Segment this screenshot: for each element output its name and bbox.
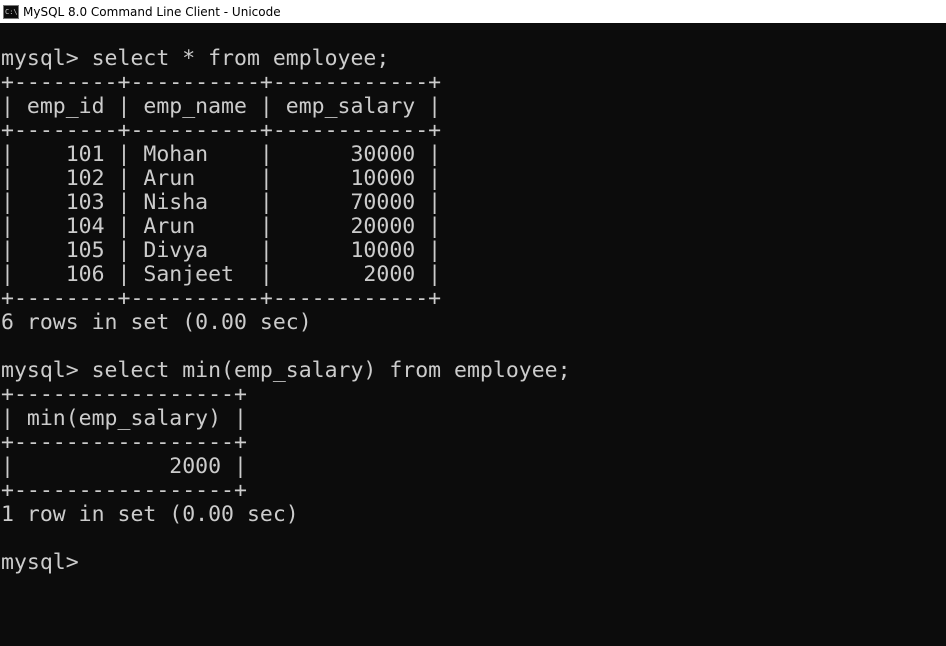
table-row: | 103 | Nisha | 70000 | [1,191,442,215]
table-border: +--------+----------+------------+ [1,119,442,143]
table-border: +-----------------+ [1,479,247,503]
result-summary: 6 rows in set (0.00 sec) [1,311,312,335]
console-output[interactable]: mysql> select * from employee; +--------… [0,47,946,646]
title-bar[interactable]: C:\ MySQL 8.0 Command Line Client - Unic… [0,0,946,23]
table-row: | 105 | Divya | 10000 | [1,239,442,263]
table-row: | 2000 | [1,455,247,479]
console-window: C:\ MySQL 8.0 Command Line Client - Unic… [0,0,946,646]
command-line: mysql> select * from employee; [1,47,390,71]
table-header-row: | emp_id | emp_name | emp_salary | [1,95,442,119]
command-line: mysql> select min(emp_salary) from emplo… [1,359,571,383]
table-border: +-----------------+ [1,383,247,407]
console-app-icon: C:\ [3,4,19,19]
table-header-row: | min(emp_salary) | [1,407,247,431]
window-title: MySQL 8.0 Command Line Client - Unicode [23,4,281,19]
table-border: +--------+----------+------------+ [1,287,442,311]
table-row: | 106 | Sanjeet | 2000 | [1,263,442,287]
table-border: +--------+----------+------------+ [1,71,442,95]
result-summary: 1 row in set (0.00 sec) [1,503,299,527]
table-row: | 102 | Arun | 10000 | [1,167,442,191]
table-row: | 104 | Arun | 20000 | [1,215,442,239]
table-row: | 101 | Mohan | 30000 | [1,143,442,167]
table-border: +-----------------+ [1,431,247,455]
mysql-prompt[interactable]: mysql> [0,551,946,575]
